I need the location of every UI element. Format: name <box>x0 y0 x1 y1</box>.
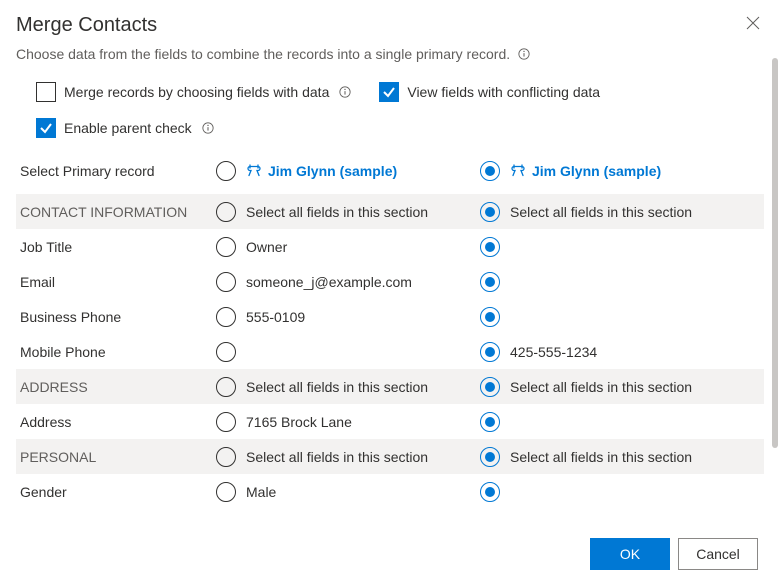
field-left-radio[interactable] <box>216 412 236 432</box>
close-button[interactable] <box>742 12 764 38</box>
field-row: Address 7165 Brock Lane <box>16 404 764 439</box>
field-right-value: 425-555-1234 <box>510 344 597 360</box>
field-left-value: Owner <box>246 239 287 255</box>
field-label: Address <box>16 408 212 436</box>
field-label: Gender <box>16 478 212 506</box>
section-name: PERSONAL <box>16 443 212 471</box>
section-left-radio[interactable] <box>216 447 236 467</box>
dialog-header: Merge Contacts <box>0 0 780 46</box>
section-left-radio[interactable] <box>216 202 236 222</box>
section-select-label: Select all fields in this section <box>246 204 428 220</box>
section-right-radio[interactable] <box>480 377 500 397</box>
field-label: Job Title <box>16 233 212 261</box>
record-name-text: Jim Glynn (sample) <box>532 163 661 179</box>
field-left-radio[interactable] <box>216 307 236 327</box>
field-right-radio[interactable] <box>480 272 500 292</box>
scrollbar-thumb[interactable] <box>772 58 778 448</box>
merge-contacts-dialog: Merge Contacts Choose data from the fiel… <box>0 0 780 586</box>
options-row-1: Merge records by choosing fields with da… <box>0 78 780 106</box>
field-right-radio[interactable] <box>480 342 500 362</box>
contact-icon <box>246 163 262 179</box>
record-right-radio[interactable] <box>480 161 500 181</box>
section-name: CONTACT INFORMATION <box>16 198 212 226</box>
close-icon <box>746 16 760 30</box>
field-left-radio[interactable] <box>216 482 236 502</box>
dialog-subtitle: Choose data from the fields to combine t… <box>0 46 780 78</box>
field-right-radio[interactable] <box>480 482 500 502</box>
info-icon[interactable] <box>200 121 214 135</box>
merge-by-data-checkbox[interactable]: Merge records by choosing fields with da… <box>36 82 351 102</box>
field-row: Mobile Phone 425-555-1234 <box>16 334 764 369</box>
section-left-radio[interactable] <box>216 377 236 397</box>
section-header: PERSONAL Select all fields in this secti… <box>16 439 764 474</box>
fields-grid: Select Primary record Jim Glynn (sample) <box>16 152 764 509</box>
field-left-value: 555-0109 <box>246 309 305 325</box>
info-icon[interactable] <box>516 47 530 61</box>
field-left-value: 7165 Brock Lane <box>246 414 352 430</box>
section-select-label: Select all fields in this section <box>510 449 692 465</box>
enable-parent-checkbox[interactable]: Enable parent check <box>36 118 214 138</box>
section-header: ADDRESS Select all fields in this sectio… <box>16 369 764 404</box>
section-right-radio[interactable] <box>480 447 500 467</box>
cancel-button[interactable]: Cancel <box>678 538 758 570</box>
section-select-label: Select all fields in this section <box>510 379 692 395</box>
field-left-value: Male <box>246 484 276 500</box>
record-left-name[interactable]: Jim Glynn (sample) <box>246 163 397 179</box>
dialog-footer: OK Cancel <box>0 524 780 586</box>
view-conflicting-label: View fields with conflicting data <box>407 84 600 100</box>
record-left-radio[interactable] <box>216 161 236 181</box>
subtitle-text: Choose data from the fields to combine t… <box>16 46 510 62</box>
field-left-value: someone_j@example.com <box>246 274 412 290</box>
view-conflicting-checkbox[interactable]: View fields with conflicting data <box>379 82 600 102</box>
field-label: Business Phone <box>16 303 212 331</box>
ok-button[interactable]: OK <box>590 538 670 570</box>
field-left-radio[interactable] <box>216 237 236 257</box>
fields-scroll-area[interactable]: Select Primary record Jim Glynn (sample) <box>0 152 780 524</box>
info-icon[interactable] <box>337 85 351 99</box>
record-name-text: Jim Glynn (sample) <box>268 163 397 179</box>
scrollbar[interactable] <box>772 58 778 506</box>
contact-icon <box>510 163 526 179</box>
dialog-title: Merge Contacts <box>16 14 157 37</box>
record-left-cell: Jim Glynn (sample) <box>212 155 476 187</box>
section-select-label: Select all fields in this section <box>510 204 692 220</box>
primary-record-row: Select Primary record Jim Glynn (sample) <box>16 152 764 194</box>
checkbox-icon <box>379 82 399 102</box>
section-select-label: Select all fields in this section <box>246 379 428 395</box>
primary-record-label: Select Primary record <box>16 157 212 185</box>
section-right-radio[interactable] <box>480 202 500 222</box>
field-left-radio[interactable] <box>216 272 236 292</box>
merge-by-data-label: Merge records by choosing fields with da… <box>64 84 329 100</box>
field-row: Business Phone 555-0109 <box>16 299 764 334</box>
section-header: CONTACT INFORMATION Select all fields in… <box>16 194 764 229</box>
field-row: Gender Male <box>16 474 764 509</box>
checkbox-icon <box>36 82 56 102</box>
field-label: Mobile Phone <box>16 338 212 366</box>
field-label: Email <box>16 268 212 296</box>
options-row-2: Enable parent check <box>0 106 780 152</box>
section-name: ADDRESS <box>16 373 212 401</box>
record-right-cell: Jim Glynn (sample) <box>476 155 764 187</box>
field-left-radio[interactable] <box>216 342 236 362</box>
section-select-label: Select all fields in this section <box>246 449 428 465</box>
record-right-name[interactable]: Jim Glynn (sample) <box>510 163 661 179</box>
field-right-radio[interactable] <box>480 237 500 257</box>
checkbox-icon <box>36 118 56 138</box>
field-right-radio[interactable] <box>480 412 500 432</box>
field-row: Job Title Owner <box>16 229 764 264</box>
enable-parent-label: Enable parent check <box>64 120 192 136</box>
field-row: Email someone_j@example.com <box>16 264 764 299</box>
field-right-radio[interactable] <box>480 307 500 327</box>
